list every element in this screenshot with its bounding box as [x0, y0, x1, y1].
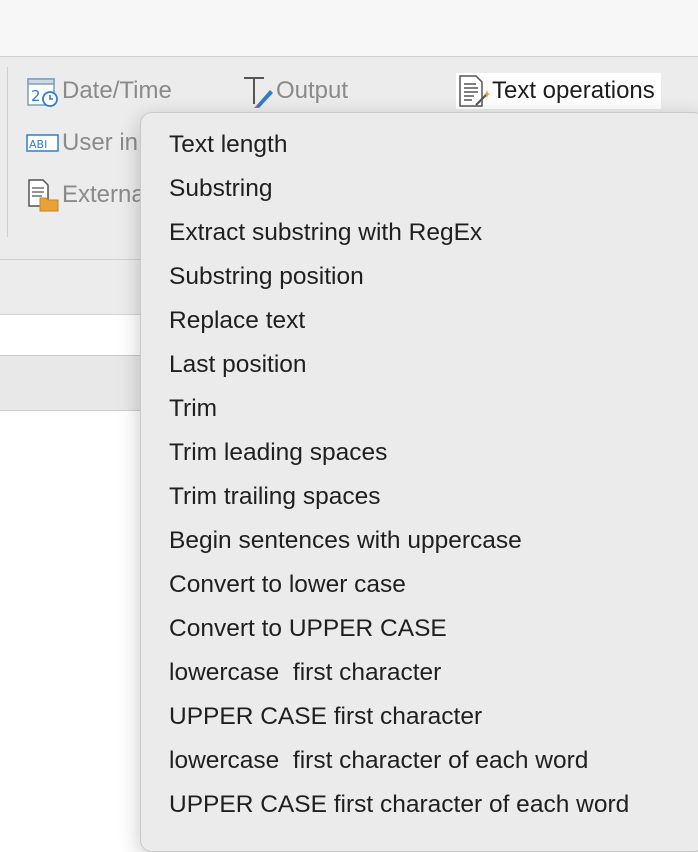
user-input-button[interactable]: ABI User in	[26, 125, 138, 161]
text-operations-label: Text operations	[492, 77, 655, 104]
window-titlebar	[0, 0, 698, 57]
menu-item-uppercase-first-character-each-word[interactable]: UPPER CASE first character of each word	[141, 783, 698, 827]
menu-item-lowercase-first-character[interactable]: lowercase first character	[141, 651, 698, 695]
text-field-icon: ABI	[26, 126, 60, 160]
menu-item-trim-leading-spaces[interactable]: Trim leading spaces	[141, 431, 698, 475]
text-cursor-pencil-icon	[240, 74, 274, 108]
external-button[interactable]: Externa	[26, 177, 145, 213]
menu-item-text-length[interactable]: Text length	[141, 123, 698, 167]
menu-item-replace-text[interactable]: Replace text	[141, 299, 698, 343]
user-input-label: User in	[62, 129, 139, 156]
menu-item-lowercase-first-character-each-word[interactable]: lowercase first character of each word	[141, 739, 698, 783]
menu-item-extract-substring-regex[interactable]: Extract substring with RegEx	[141, 211, 698, 255]
menu-item-trim-trailing-spaces[interactable]: Trim trailing spaces	[141, 475, 698, 519]
output-button[interactable]: Output	[240, 73, 348, 109]
menu-item-substring-position[interactable]: Substring position	[141, 255, 698, 299]
menu-item-uppercase-first-character[interactable]: UPPER CASE first character	[141, 695, 698, 739]
date-time-button[interactable]: 2 Date/Time	[26, 73, 172, 109]
document-folder-icon	[26, 178, 60, 212]
menu-item-convert-lower-case[interactable]: Convert to lower case	[141, 563, 698, 607]
menu-item-begin-sentences-uppercase[interactable]: Begin sentences with uppercase	[141, 519, 698, 563]
date-time-label: Date/Time	[62, 77, 172, 104]
menu-item-trim[interactable]: Trim	[141, 387, 698, 431]
svg-text:ABI: ABI	[29, 138, 47, 151]
menu-item-convert-upper-case[interactable]: Convert to UPPER CASE	[141, 607, 698, 651]
text-operations-button[interactable]: Text operations	[456, 73, 661, 109]
text-operations-menu: Text length Substring Extract substring …	[140, 112, 698, 852]
document-wand-icon	[456, 74, 490, 108]
external-label: Externa	[62, 181, 145, 208]
output-label: Output	[276, 77, 349, 104]
svg-text:2: 2	[31, 87, 41, 105]
calendar-clock-icon: 2	[26, 74, 60, 108]
menu-item-last-position[interactable]: Last position	[141, 343, 698, 387]
toolbar-divider	[7, 67, 8, 237]
menu-item-substring[interactable]: Substring	[141, 167, 698, 211]
